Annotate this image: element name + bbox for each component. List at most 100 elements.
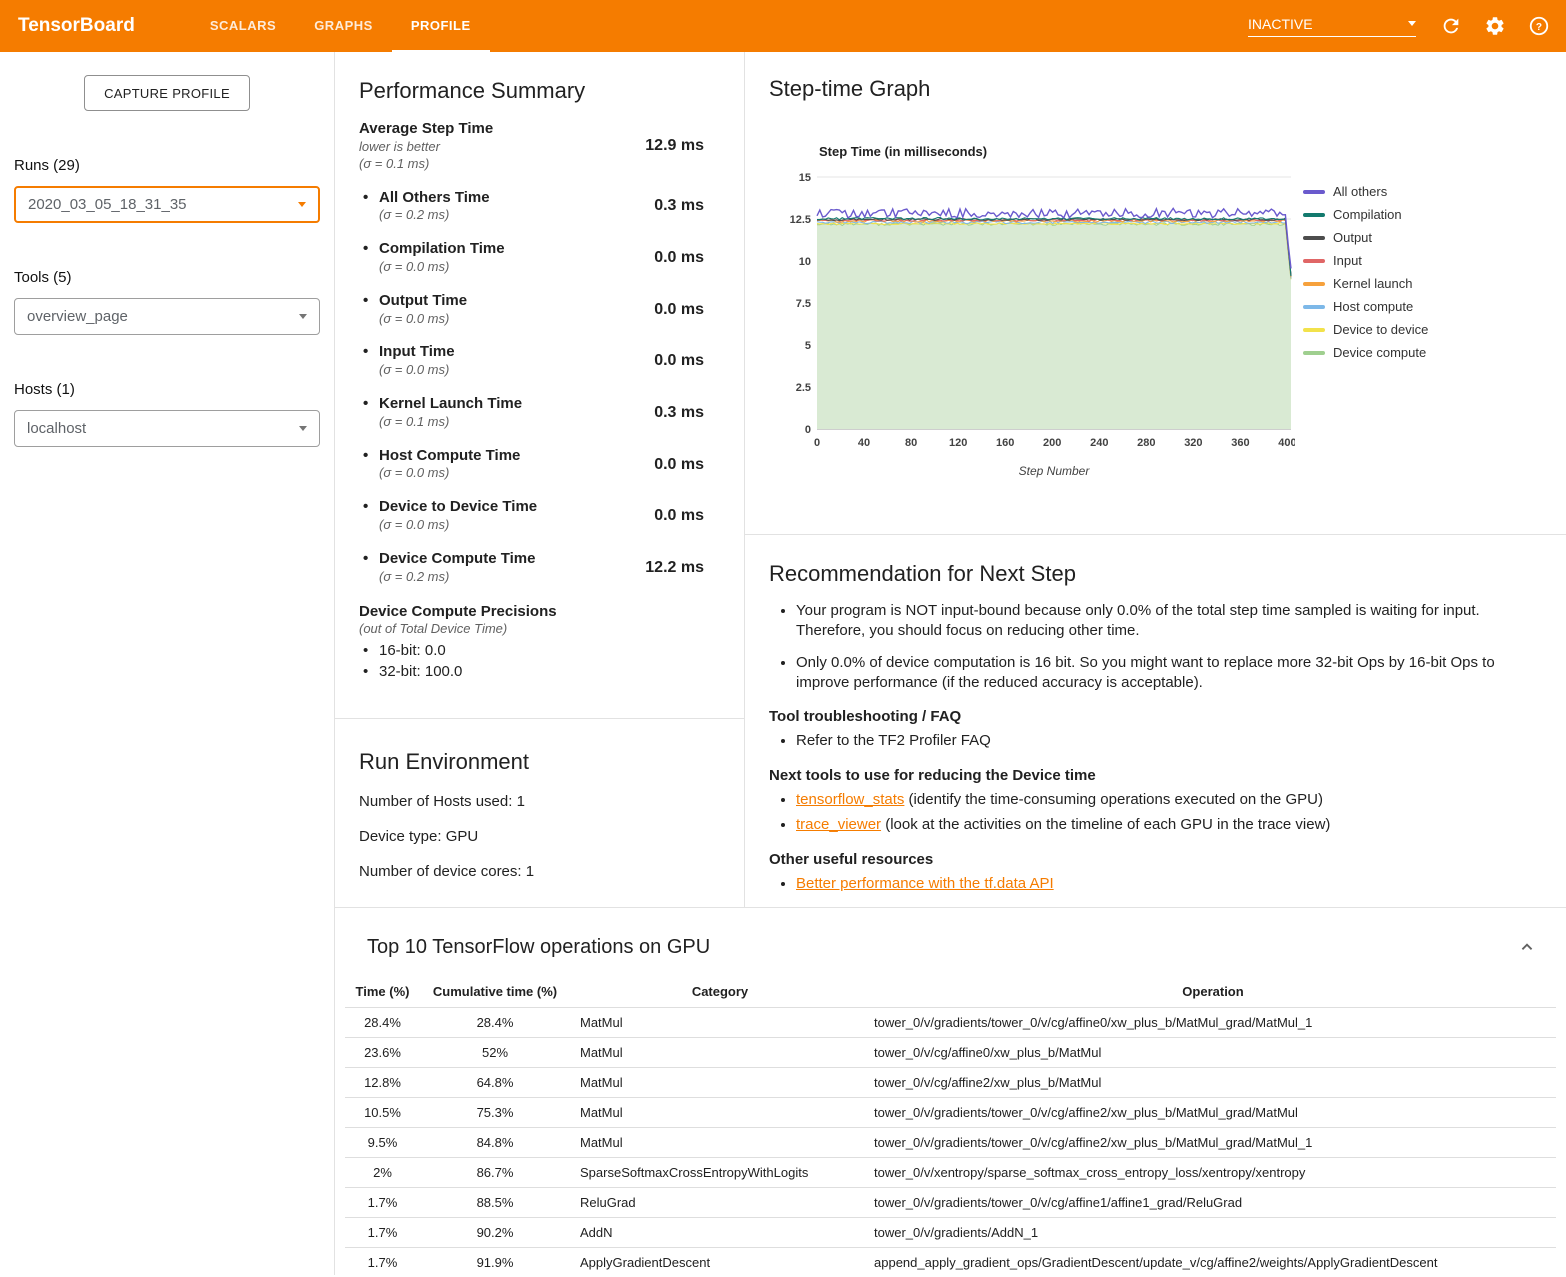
- perf-item-sigma: (σ = 0.0 ms): [359, 259, 505, 276]
- time-cell: 9.5%: [345, 1128, 420, 1158]
- help-button[interactable]: ?: [1522, 9, 1556, 43]
- chart-legend: All others Compilation Output Input Kernel l…: [1303, 144, 1428, 484]
- perf-item-value: 0.0 ms: [654, 456, 704, 474]
- runs-select-value: 2020_03_05_18_31_35: [28, 196, 187, 213]
- gear-icon: [1484, 15, 1506, 37]
- legend-item[interactable]: All others: [1303, 184, 1428, 199]
- recommendation-bullet: Your program is NOT input-bound because …: [796, 601, 1522, 640]
- left-column: Performance Summary Average Step Time lo…: [335, 52, 745, 907]
- legend-item[interactable]: Compilation: [1303, 207, 1428, 222]
- tensorflow-stats-link[interactable]: tensorflow_stats: [796, 791, 904, 808]
- run-environment-title: Run Environment: [359, 749, 720, 775]
- runs-label: Runs (29): [14, 157, 334, 174]
- help-icon: ?: [1528, 15, 1550, 37]
- time-cell: 28.4%: [345, 1008, 420, 1038]
- perf-item-sigma: (σ = 0.2 ms): [359, 569, 535, 586]
- legend-label: Input: [1333, 253, 1362, 268]
- recommendation-section: Recommendation for Next Step Your progra…: [745, 535, 1566, 907]
- svg-text:0: 0: [814, 437, 820, 449]
- col-header-operation: Operation: [870, 976, 1556, 1008]
- perf-item-value: 0.0 ms: [654, 301, 704, 319]
- operation-cell: tower_0/v/gradients/tower_0/v/cg/affine0…: [870, 1008, 1556, 1038]
- recommendation-title: Recommendation for Next Step: [769, 561, 1522, 587]
- tfdata-performance-link[interactable]: Better performance with the tf.data API: [796, 875, 1054, 892]
- perf-item-device-to-device: Device to Device Time (σ = 0.0 ms) 0.0 m…: [359, 498, 704, 534]
- svg-text:200: 200: [1043, 437, 1061, 449]
- table-row: 12.8% 64.8% MatMul tower_0/v/cg/affine2/…: [345, 1068, 1556, 1098]
- perf-item-sigma: (σ = 0.0 ms): [359, 465, 520, 482]
- legend-item[interactable]: Kernel launch: [1303, 276, 1428, 291]
- chevron-down-icon: [1408, 21, 1416, 26]
- capture-profile-button[interactable]: CAPTURE PROFILE: [84, 75, 250, 111]
- top-ops-header: Top 10 TensorFlow operations on GPU: [335, 934, 1566, 960]
- operation-cell: tower_0/v/gradients/tower_0/v/cg/affine2…: [870, 1098, 1556, 1128]
- refresh-button[interactable]: [1434, 9, 1468, 43]
- svg-text:0: 0: [805, 424, 811, 436]
- legend-swatch-icon: [1303, 305, 1325, 309]
- perf-item-label: Host Compute Time: [359, 447, 520, 466]
- device-type-line: Device type: GPU: [359, 828, 720, 845]
- tools-select[interactable]: overview_page: [14, 298, 320, 335]
- tab-scalars[interactable]: SCALARS: [191, 0, 295, 52]
- svg-text:160: 160: [996, 437, 1014, 449]
- col-header-time: Time (%): [345, 976, 420, 1008]
- legend-swatch-icon: [1303, 282, 1325, 286]
- operation-cell: tower_0/v/cg/affine0/xw_plus_b/MatMul: [870, 1038, 1556, 1068]
- legend-item[interactable]: Output: [1303, 230, 1428, 245]
- legend-item[interactable]: Input: [1303, 253, 1428, 268]
- time-cell: 10.5%: [345, 1098, 420, 1128]
- hosts-select-value: localhost: [27, 420, 86, 437]
- cumulative-cell: 86.7%: [420, 1158, 570, 1188]
- table-header-row: Time (%) Cumulative time (%) Category Op…: [345, 976, 1556, 1008]
- svg-text:400: 400: [1278, 437, 1295, 449]
- perf-item-label: Compilation Time: [359, 240, 505, 259]
- legend-item[interactable]: Device to device: [1303, 322, 1428, 337]
- sidebar: CAPTURE PROFILE Runs (29) 2020_03_05_18_…: [0, 52, 334, 1275]
- hosts-select[interactable]: localhost: [14, 410, 320, 447]
- status-select[interactable]: INACTIVE: [1248, 16, 1416, 37]
- perf-item-value: 0.0 ms: [654, 352, 704, 370]
- perf-item-all-others: All Others Time (σ = 0.2 ms) 0.3 ms: [359, 189, 704, 225]
- collapse-button[interactable]: [1514, 934, 1540, 960]
- recommendation-bullet: Only 0.0% of device computation is 16 bi…: [796, 653, 1522, 692]
- legend-item[interactable]: Device compute: [1303, 345, 1428, 360]
- hosts-label: Hosts (1): [14, 381, 334, 398]
- hosts-used-line: Number of Hosts used: 1: [359, 793, 720, 810]
- settings-button[interactable]: [1478, 9, 1512, 43]
- legend-swatch-icon: [1303, 351, 1325, 355]
- operation-cell: tower_0/v/cg/affine2/xw_plus_b/MatMul: [870, 1068, 1556, 1098]
- tab-graphs[interactable]: GRAPHS: [295, 0, 392, 52]
- topbar-right: INACTIVE ?: [1248, 0, 1566, 52]
- legend-label: Output: [1333, 230, 1372, 245]
- legend-label: Device to device: [1333, 322, 1428, 337]
- average-step-time-sigma: (σ = 0.1 ms): [359, 156, 493, 173]
- operation-cell: tower_0/v/gradients/tower_0/v/cg/affine2…: [870, 1128, 1556, 1158]
- step-time-chart: Step Time (in milliseconds) 02.557.51012…: [769, 144, 1566, 484]
- perf-item-host-compute: Host Compute Time (σ = 0.0 ms) 0.0 ms: [359, 447, 704, 483]
- step-time-graph-title: Step-time Graph: [769, 76, 1566, 102]
- perf-item-label: All Others Time: [359, 189, 490, 208]
- precision-16bit: 16-bit: 0.0: [359, 642, 704, 659]
- svg-text:5: 5: [805, 340, 811, 352]
- time-cell: 1.7%: [345, 1218, 420, 1248]
- recommendation-bullets: Your program is NOT input-bound because …: [769, 601, 1522, 692]
- performance-summary-section: Performance Summary Average Step Time lo…: [335, 52, 744, 719]
- overview-columns: Performance Summary Average Step Time lo…: [335, 52, 1566, 908]
- svg-text:240: 240: [1090, 437, 1108, 449]
- tool-link-item: trace_viewer (look at the activities on …: [796, 815, 1522, 835]
- perf-item-sigma: (σ = 0.0 ms): [359, 517, 537, 534]
- svg-text:360: 360: [1231, 437, 1249, 449]
- tool-link-desc: (look at the activities on the timeline …: [881, 816, 1330, 833]
- step-time-chart-svg: 02.557.51012.515040801201602002402803203…: [783, 165, 1295, 481]
- tab-profile[interactable]: PROFILE: [392, 0, 490, 52]
- col-header-cumulative: Cumulative time (%): [420, 976, 570, 1008]
- precisions-label: Device Compute Precisions: [359, 603, 704, 622]
- operation-cell: tower_0/v/gradients/AddN_1: [870, 1218, 1556, 1248]
- legend-item[interactable]: Host compute: [1303, 299, 1428, 314]
- tools-select-value: overview_page: [27, 308, 128, 325]
- trace-viewer-link[interactable]: trace_viewer: [796, 816, 881, 833]
- svg-text:12.5: 12.5: [790, 214, 811, 226]
- runs-select[interactable]: 2020_03_05_18_31_35: [14, 186, 320, 223]
- chevron-down-icon: [299, 314, 307, 319]
- chart-area: Step Time (in milliseconds) 02.557.51012…: [783, 144, 1295, 484]
